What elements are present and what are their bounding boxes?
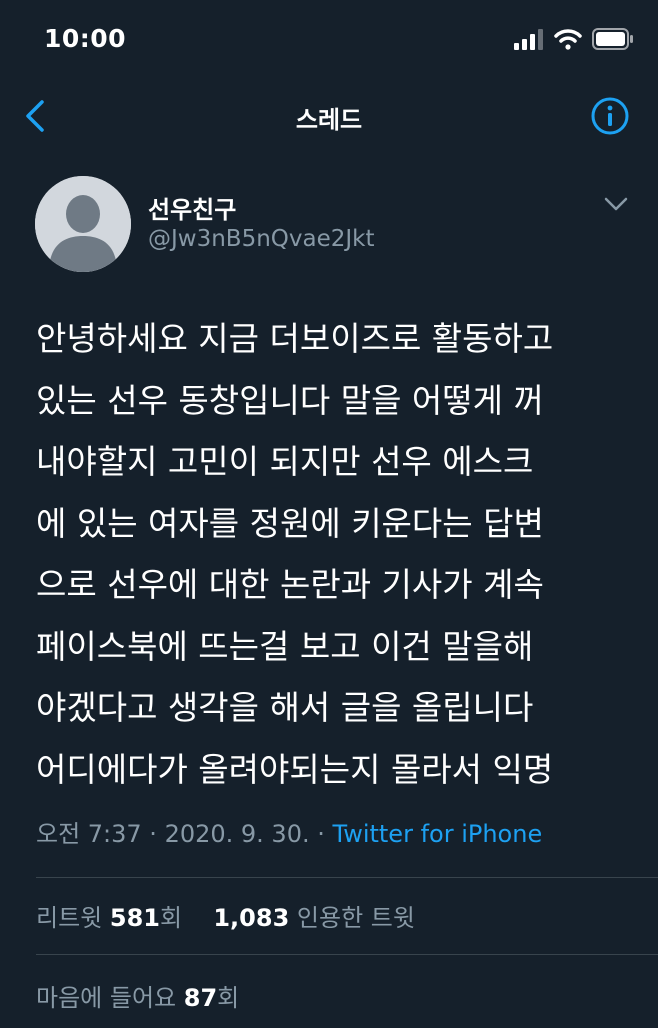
author-display-name[interactable]: 선우친구	[148, 190, 236, 225]
tweet-source-link[interactable]: Twitter for iPhone	[333, 820, 543, 848]
tweet-text-line: 내야할지 고민이 되지만 선우 에스크	[36, 442, 534, 481]
tweet-text-line: 안녕하세요 지금 더보이즈로 활동하고	[36, 319, 554, 358]
quotes-stat[interactable]: 1,083 인용한 트윗	[213, 904, 415, 932]
default-avatar-icon	[35, 176, 131, 272]
author-handle[interactable]: @Jw3nB5nQvae2Jkt	[148, 226, 375, 252]
divider	[36, 877, 658, 878]
wifi-icon	[554, 29, 582, 50]
info-button[interactable]	[590, 96, 630, 136]
tweet-text: 안녕하세요 지금 더보이즈로 활동하고 있는 선우 동창입니다 말을 어떻게 꺼…	[36, 308, 636, 800]
tweet-timestamp: 오전 7:37 · 2020. 9. 30. ·	[36, 820, 333, 848]
tweet-text-line: 야겠다고 생각을 해서 글을 올립니다	[36, 688, 534, 727]
chevron-down-icon	[604, 197, 628, 211]
likes-label: 마음에 들어요	[36, 984, 184, 1012]
likes-stat-row: 마음에 들어요 87회	[36, 978, 239, 1013]
likes-stat[interactable]: 마음에 들어요 87회	[36, 984, 239, 1012]
page-title: 스레드	[295, 106, 363, 134]
status-icons	[514, 28, 634, 50]
tweet-options-button[interactable]	[604, 196, 628, 212]
quotes-label: 인용한 트윗	[289, 904, 415, 932]
tweet-text-line: 어디에다가 올려야되는지 몰라서 익명	[36, 749, 554, 789]
info-icon	[591, 97, 629, 135]
tweet-text-line: 페이스북에 뜨는걸 보고 이건 말을해	[36, 626, 534, 666]
tweet-engagement-stats: 리트윗 581회 1,083 인용한 트윗	[36, 898, 415, 933]
cellular-signal-icon	[514, 29, 543, 50]
likes-suffix: 회	[217, 984, 240, 1012]
retweets-suffix: 회	[159, 904, 183, 932]
avatar[interactable]	[35, 176, 131, 272]
nav-bar: 스레드	[0, 80, 658, 152]
retweets-count: 581	[109, 904, 160, 932]
status-bar: 10:00	[0, 0, 658, 80]
tweet-text-line: 으로 선우에 대한 논란과 기사가 계속	[36, 565, 544, 604]
retweets-stat[interactable]: 리트윗 581회	[36, 904, 182, 932]
divider	[36, 954, 658, 955]
retweets-label: 리트윗	[36, 904, 110, 932]
likes-count: 87	[183, 984, 218, 1012]
tweet-meta: 오전 7:37 · 2020. 9. 30. · Twitter for iPh…	[36, 814, 542, 849]
quotes-count: 1,083	[213, 904, 290, 932]
status-time: 10:00	[44, 24, 127, 53]
tweet-text-line: 있는 선우 동창입니다 말을 어떻게 꺼	[36, 380, 544, 420]
battery-icon	[592, 28, 633, 50]
tweet-text-line: 에 있는 여자를 정원에 키운다는 답변	[36, 503, 544, 543]
